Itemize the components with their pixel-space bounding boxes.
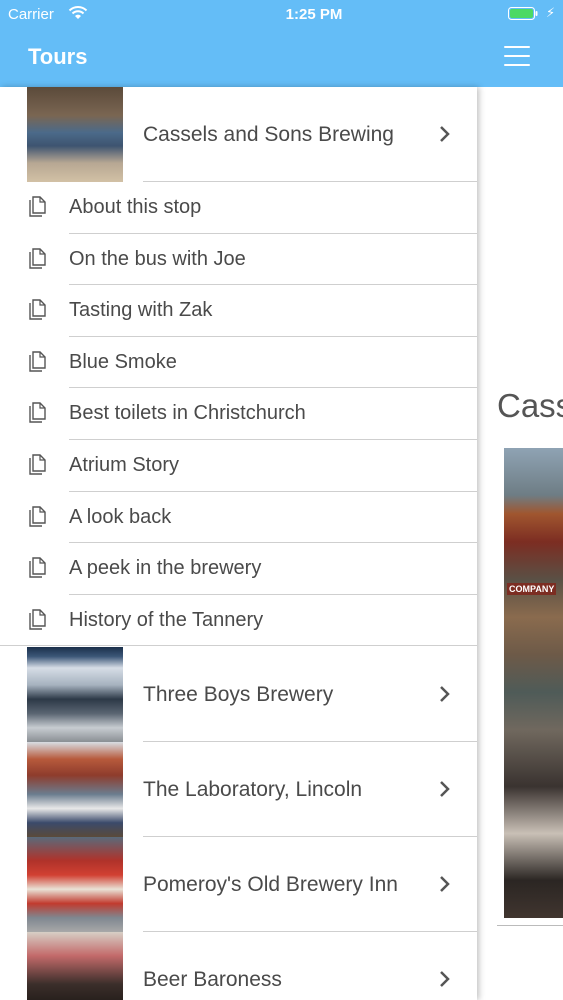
main-photo: COMPANY (504, 448, 563, 918)
stop-label: Atrium Story (69, 454, 180, 476)
chevron-right-icon (440, 971, 450, 987)
drawer-header: Tours (0, 30, 477, 87)
tour-thumbnail (27, 837, 123, 932)
tour-label: The Laboratory, Lincoln (143, 778, 363, 801)
tour-label: Three Boys Brewery (143, 683, 334, 706)
stop-label: A look back (69, 505, 172, 528)
stop-row[interactable]: Blue Smoke (0, 337, 477, 389)
tour-label: Pomeroy's Old Brewery Inn (143, 873, 398, 896)
stop-row[interactable]: Atrium Story (0, 440, 477, 492)
tour-row-cassels[interactable]: Cassels and Sons Brewing (0, 87, 477, 182)
chevron-right-icon (440, 126, 450, 142)
main-content: Cass COMPANY (477, 87, 563, 1000)
chevron-right-icon (440, 876, 450, 892)
tour-row-beer-baroness[interactable]: Beer Baroness (0, 932, 477, 1000)
tour-label: Cassels and Sons Brewing (143, 123, 394, 146)
battery-icon (508, 7, 538, 20)
tours-drawer: Cassels and Sons Brewing About this stop… (0, 87, 477, 1000)
photo-sign-text: COMPANY (507, 583, 557, 595)
document-icon (29, 557, 46, 578)
tour-thumbnail (27, 647, 123, 742)
document-icon (29, 609, 46, 630)
stop-label: Tasting with Zak (69, 299, 213, 322)
stop-label: A peek in the brewery (69, 557, 262, 580)
stop-row[interactable]: History of the Tannery (0, 595, 477, 647)
document-icon (29, 454, 46, 475)
stop-label: On the bus with Joe (69, 247, 246, 270)
stop-label: Blue Smoke (69, 350, 177, 373)
document-icon (29, 351, 46, 372)
stop-label: About this stop (69, 196, 202, 218)
hamburger-menu-icon[interactable] (504, 46, 530, 66)
document-icon (29, 196, 46, 217)
stop-row[interactable]: A peek in the brewery (0, 543, 477, 595)
document-icon (29, 505, 46, 527)
stop-row[interactable]: On the bus with Joe (0, 234, 477, 286)
tour-row-laboratory[interactable]: The Laboratory, Lincoln (0, 742, 477, 837)
drawer-title: Tours (28, 44, 88, 69)
main-title: Cass (497, 387, 563, 424)
status-time: 1:25 PM (285, 6, 343, 23)
chevron-right-icon (440, 781, 450, 797)
stop-row[interactable]: Tasting with Zak (0, 285, 477, 337)
document-icon (29, 402, 46, 424)
stop-label: Best toilets in Christchurch (69, 402, 306, 425)
divider (497, 925, 563, 926)
document-icon (29, 247, 46, 269)
main-header (477, 30, 563, 87)
stop-row[interactable]: Best toilets in Christchurch (0, 388, 477, 440)
tour-thumbnail (27, 932, 123, 1000)
tour-row-three-boys[interactable]: Three Boys Brewery (0, 647, 477, 742)
stop-row[interactable]: About this stop (0, 182, 477, 234)
tour-row-pomeroys[interactable]: Pomeroy's Old Brewery Inn (0, 837, 477, 932)
charging-icon: ⚡ (546, 5, 556, 20)
stop-row[interactable]: A look back (0, 492, 477, 544)
stop-label: History of the Tannery (69, 608, 264, 631)
status-bar: Carrier 1:25 PM ⚡ (0, 0, 563, 30)
tour-label: Beer Baroness (143, 968, 282, 991)
tour-thumbnail (27, 87, 123, 182)
tour-thumbnail (27, 742, 123, 837)
document-icon (29, 299, 46, 320)
chevron-right-icon (440, 686, 450, 702)
